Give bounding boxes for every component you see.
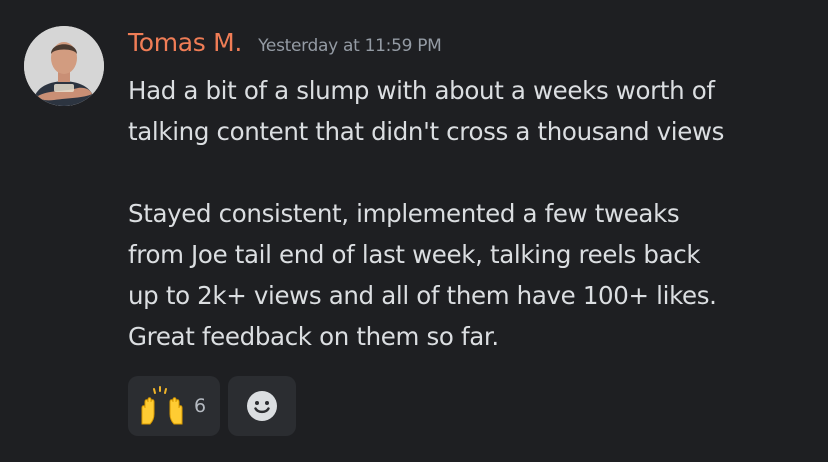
add-reaction-smiley-icon bbox=[247, 391, 277, 421]
message-header: Tomas M. Yesterday at 11:59 PM bbox=[128, 28, 442, 68]
author-name[interactable]: Tomas M. bbox=[128, 28, 242, 57]
chat-message: Tomas M. Yesterday at 11:59 PM Had a bit… bbox=[0, 0, 828, 462]
message-line: up to 2k+ views and all of them have 100… bbox=[128, 281, 717, 310]
message-line: Had a bit of a slump with about a weeks … bbox=[128, 76, 715, 105]
reaction-raising-hands[interactable]: 6 bbox=[128, 376, 220, 436]
user-avatar[interactable] bbox=[24, 26, 104, 106]
raising-hands-emoji-icon bbox=[141, 386, 183, 425]
message-line: Stayed consistent, implemented a few twe… bbox=[128, 199, 680, 228]
reaction-count: 6 bbox=[194, 395, 207, 417]
reactions-bar: 6 bbox=[128, 376, 296, 436]
message-timestamp[interactable]: Yesterday at 11:59 PM bbox=[258, 36, 442, 56]
message-line: from Joe tail end of last week, talking … bbox=[128, 240, 701, 269]
add-reaction-button[interactable] bbox=[228, 376, 296, 436]
message-line: Great feedback on them so far. bbox=[128, 322, 499, 351]
avatar-photo-icon bbox=[24, 26, 104, 106]
message-line: talking content that didn't cross a thou… bbox=[128, 117, 725, 146]
message-content: Had a bit of a slump with about a weeks … bbox=[128, 70, 818, 357]
